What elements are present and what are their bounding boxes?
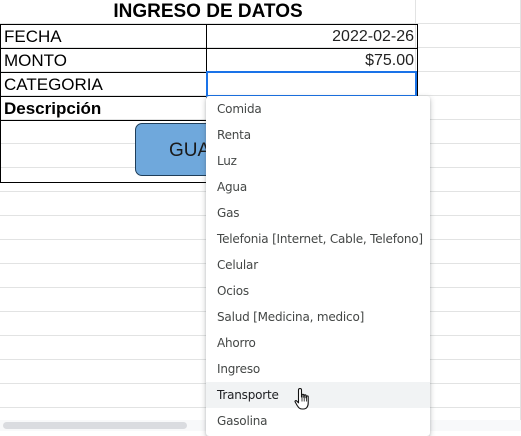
scrollbar-thumb[interactable]	[3, 422, 187, 429]
hand-pointer-icon	[294, 387, 309, 410]
fecha-value-cell[interactable]: 2022-02-26	[206, 24, 418, 49]
dropdown-item-gas[interactable]: Gas	[206, 200, 430, 226]
form-title: INGRESO DE DATOS	[113, 1, 303, 22]
dropdown-item-renta[interactable]: Renta	[206, 122, 430, 148]
categoria-label: CATEGORIA	[0, 72, 209, 97]
dropdown-item-celular[interactable]: Celular	[206, 252, 430, 278]
dropdown-item-agua[interactable]: Agua	[206, 174, 430, 200]
row-fecha: FECHA 2022-02-26	[0, 24, 418, 49]
dropdown-item-ocios[interactable]: Ocios	[206, 278, 430, 304]
row-monto: MONTO $75.00	[0, 48, 418, 73]
dropdown-item-gasolina[interactable]: Gasolina	[206, 408, 430, 434]
dropdown-item-ingreso[interactable]: Ingreso	[206, 356, 430, 382]
active-cell-selection[interactable]	[206, 71, 417, 97]
dropdown-item-comida[interactable]: Comida	[206, 96, 430, 122]
descripcion-label: Descripción	[0, 96, 209, 121]
dropdown-item-transporte[interactable]: Transporte	[206, 382, 430, 408]
dropdown-item-salud[interactable]: Salud [Medicina, medico]	[206, 304, 430, 330]
fecha-label: FECHA	[0, 24, 209, 49]
monto-value-cell[interactable]: $75.00	[206, 48, 418, 73]
monto-label: MONTO	[0, 48, 209, 73]
dropdown-item-luz[interactable]: Luz	[206, 148, 430, 174]
dropdown-item-ahorro[interactable]: Ahorro	[206, 330, 430, 356]
category-dropdown[interactable]: Comida Renta Luz Agua Gas Telefonia [Int…	[206, 96, 430, 436]
dropdown-item-telefonia[interactable]: Telefonia [Internet, Cable, Telefono]	[206, 226, 430, 252]
